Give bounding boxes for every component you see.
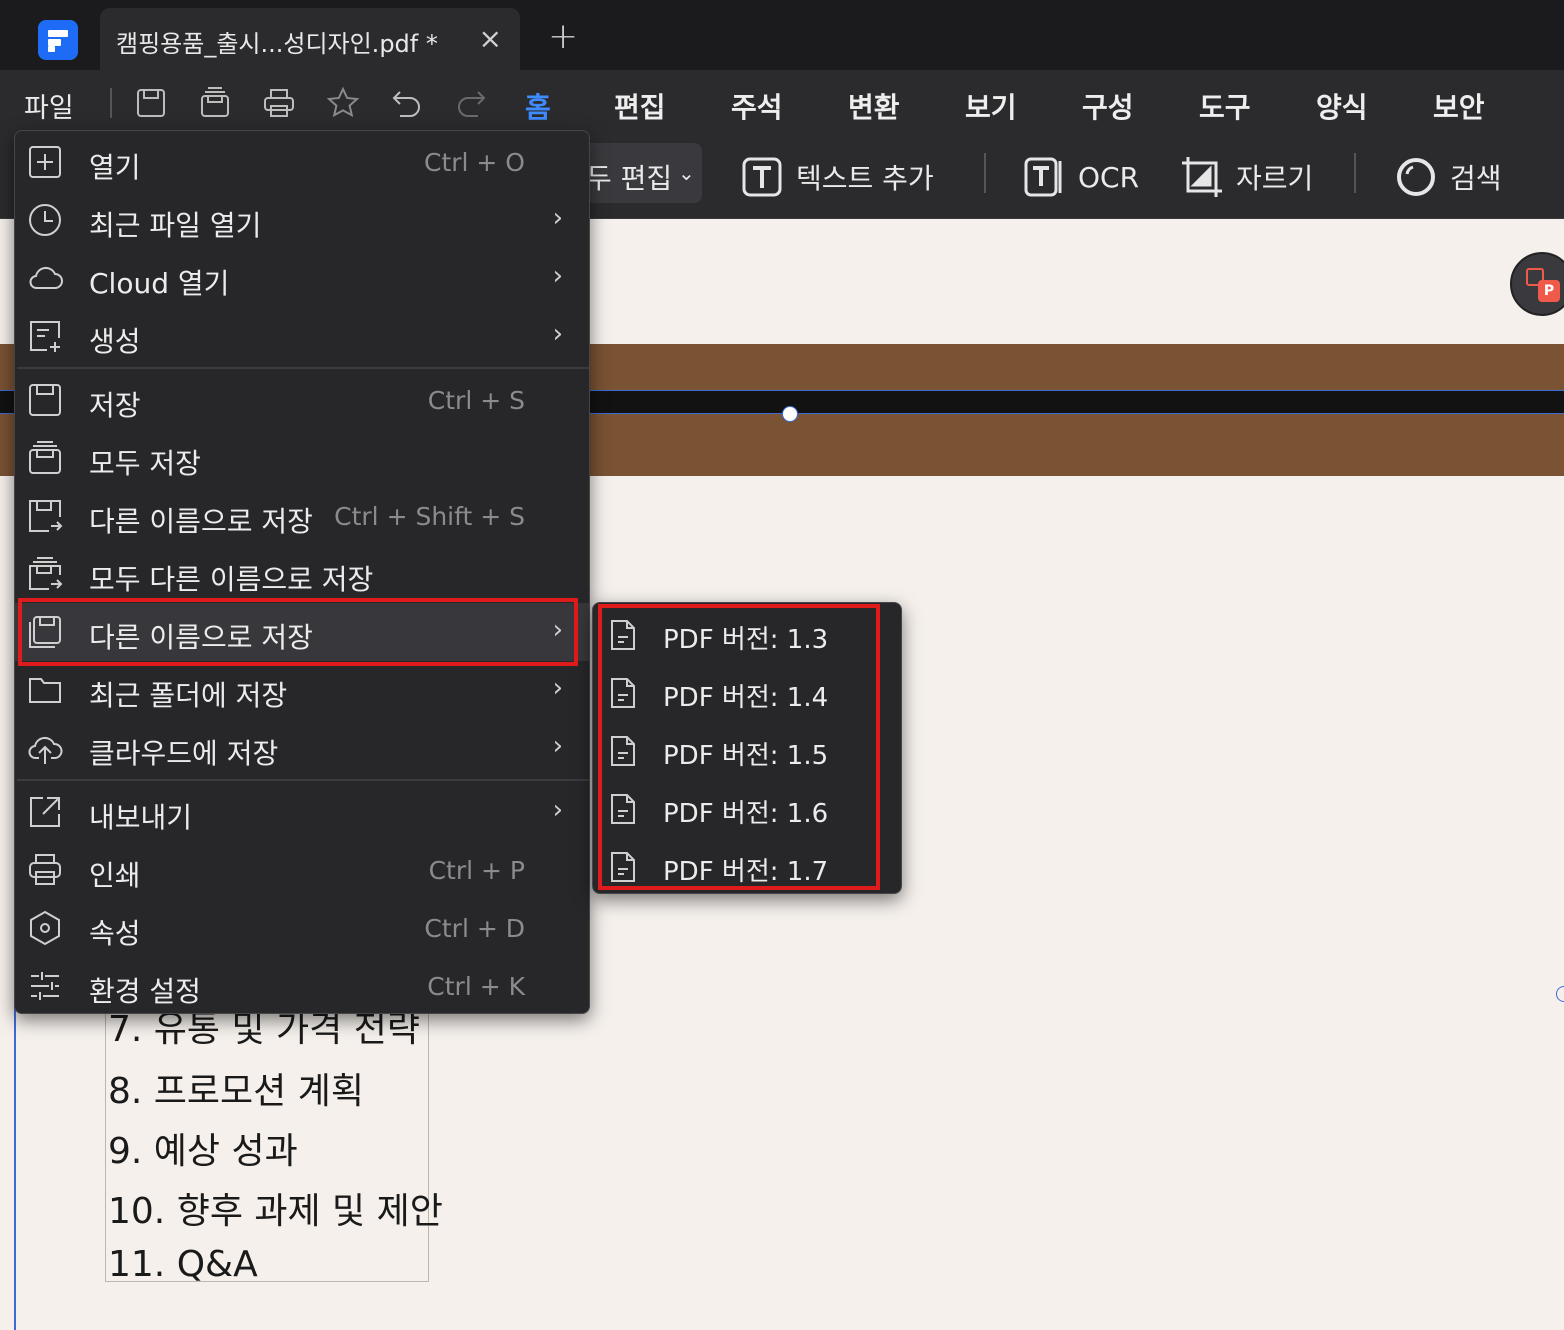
- print-icon: [29, 854, 61, 885]
- menu-item-save[interactable]: 저장 Ctrl + S: [15, 371, 589, 429]
- search-label: 검색: [1450, 162, 1502, 195]
- title-bar: 캠핑용품_출시...성디자인.pdf * × +: [0, 0, 1564, 70]
- folder-icon: [29, 678, 61, 703]
- menu-file[interactable]: 파일: [24, 86, 74, 125]
- menu-divider: [17, 367, 589, 369]
- search-button[interactable]: 검색: [1394, 149, 1502, 205]
- shortcut-text: Ctrl + D: [424, 914, 525, 943]
- save-icon: [29, 384, 61, 416]
- edit-all-label: 두 편집: [586, 162, 673, 195]
- chevron-right-icon: ›: [552, 261, 563, 291]
- undo-icon[interactable]: [390, 86, 424, 120]
- star-icon[interactable]: [326, 86, 360, 120]
- agenda-item: 9. 예상 성과: [108, 1131, 298, 1172]
- crop-label: 자르기: [1236, 162, 1314, 195]
- crop-button[interactable]: 자르기: [1180, 149, 1313, 205]
- new-tab-button[interactable]: +: [548, 16, 578, 57]
- tab-comment[interactable]: 주석: [731, 86, 783, 126]
- clock-icon: [29, 204, 61, 236]
- chevron-right-icon: ›: [552, 319, 563, 349]
- add-text-label: 텍스트 추가: [796, 162, 934, 195]
- file-menu-dropdown: 열기 Ctrl + O 최근 파일 열기 › Cloud 열기 › 생성 › 저…: [14, 130, 590, 1014]
- chevron-right-icon: ›: [552, 795, 563, 825]
- menu-item-save-all[interactable]: 모두 저장: [15, 429, 589, 487]
- redo-icon[interactable]: [454, 86, 488, 120]
- shortcut-text: Ctrl + S: [427, 386, 525, 415]
- shortcut-text: Ctrl + P: [428, 856, 525, 885]
- plus-square-icon: [29, 146, 61, 178]
- save-as-icon: [29, 500, 63, 532]
- menu-item-save-as[interactable]: 다른 이름으로 저장 Ctrl + Shift + S: [15, 487, 589, 545]
- agenda-item: 10. 향후 과제 및 제안: [108, 1191, 443, 1232]
- menu-bar: 파일 홈 편집 주석 변환 보기 구성 도구 양식 보안: [0, 70, 1564, 138]
- search-icon: [1397, 158, 1435, 196]
- menu-item-save-all-as[interactable]: 모두 다른 이름으로 저장: [15, 545, 589, 603]
- tab-form[interactable]: 양식: [1316, 86, 1368, 126]
- cloud-icon: [29, 266, 63, 289]
- save-all-icon[interactable]: [198, 86, 232, 120]
- create-icon: [30, 321, 60, 352]
- tab-home[interactable]: 홈: [523, 86, 553, 138]
- menubar-divider: [110, 88, 112, 118]
- menu-item-export[interactable]: 내보내기 ›: [15, 783, 589, 841]
- resize-handle[interactable]: [782, 406, 798, 422]
- menu-item-create[interactable]: 생성 ›: [15, 307, 589, 365]
- shortcut-text: Ctrl + K: [427, 972, 525, 1001]
- tab-tools[interactable]: 도구: [1199, 86, 1251, 126]
- cloud-upload-icon: [28, 736, 63, 764]
- agenda-item: 8. 프로모션 계획: [108, 1071, 364, 1112]
- chevron-right-icon: ›: [552, 731, 563, 761]
- highlight-box: [598, 604, 880, 890]
- save-all-as-icon: [29, 557, 63, 590]
- properties-icon: [30, 910, 60, 946]
- menu-item-open[interactable]: 열기 Ctrl + O: [15, 133, 589, 191]
- chevron-right-icon: ›: [552, 673, 563, 703]
- close-tab-icon[interactable]: ×: [479, 22, 502, 55]
- tab-security[interactable]: 보안: [1433, 86, 1485, 126]
- export-icon: [30, 797, 60, 827]
- text-box-icon: [742, 157, 782, 197]
- ocr-icon: [1024, 157, 1062, 197]
- menu-item-cloud-open[interactable]: Cloud 열기 ›: [15, 249, 589, 307]
- tab-edit[interactable]: 편집: [614, 86, 666, 126]
- chevron-right-icon: ›: [552, 203, 563, 233]
- save-icon[interactable]: [134, 86, 168, 120]
- menu-item-save-recent-folder[interactable]: 최근 폴더에 저장 ›: [15, 661, 589, 719]
- ocr-label: OCR: [1078, 160, 1140, 194]
- toolbar-divider: [1354, 153, 1356, 193]
- menu-item-print[interactable]: 인쇄 Ctrl + P: [15, 841, 589, 899]
- print-icon[interactable]: [262, 86, 296, 120]
- tab-convert[interactable]: 변환: [848, 86, 900, 126]
- tab-view[interactable]: 보기: [965, 86, 1017, 126]
- settings-icon: [31, 972, 59, 1000]
- app-logo-icon[interactable]: [38, 20, 78, 60]
- menu-item-properties[interactable]: 속성 Ctrl + D: [15, 899, 589, 957]
- document-tab-title: 캠핑용품_출시...성디자인.pdf *: [116, 30, 438, 58]
- menu-item-save-cloud[interactable]: 클라우드에 저장 ›: [15, 719, 589, 777]
- add-text-button[interactable]: 텍스트 추가: [740, 149, 934, 205]
- shortcut-text: Ctrl + Shift + S: [334, 502, 525, 531]
- highlight-box: [18, 598, 578, 666]
- agenda-item: 11. Q&A: [108, 1244, 258, 1285]
- document-tab[interactable]: 캠핑용품_출시...성디자인.pdf * ×: [100, 8, 520, 70]
- save-all-icon: [29, 441, 61, 474]
- menu-item-preferences[interactable]: 환경 설정 Ctrl + K: [15, 957, 589, 1015]
- toolbar-divider: [984, 153, 986, 193]
- menu-item-recent-files[interactable]: 최근 파일 열기 ›: [15, 191, 589, 249]
- crop-icon: [1182, 157, 1222, 197]
- shortcut-text: Ctrl + O: [423, 148, 525, 177]
- tab-organize[interactable]: 구성: [1082, 86, 1134, 126]
- ocr-button[interactable]: OCR: [1022, 149, 1139, 205]
- menu-divider: [17, 779, 589, 781]
